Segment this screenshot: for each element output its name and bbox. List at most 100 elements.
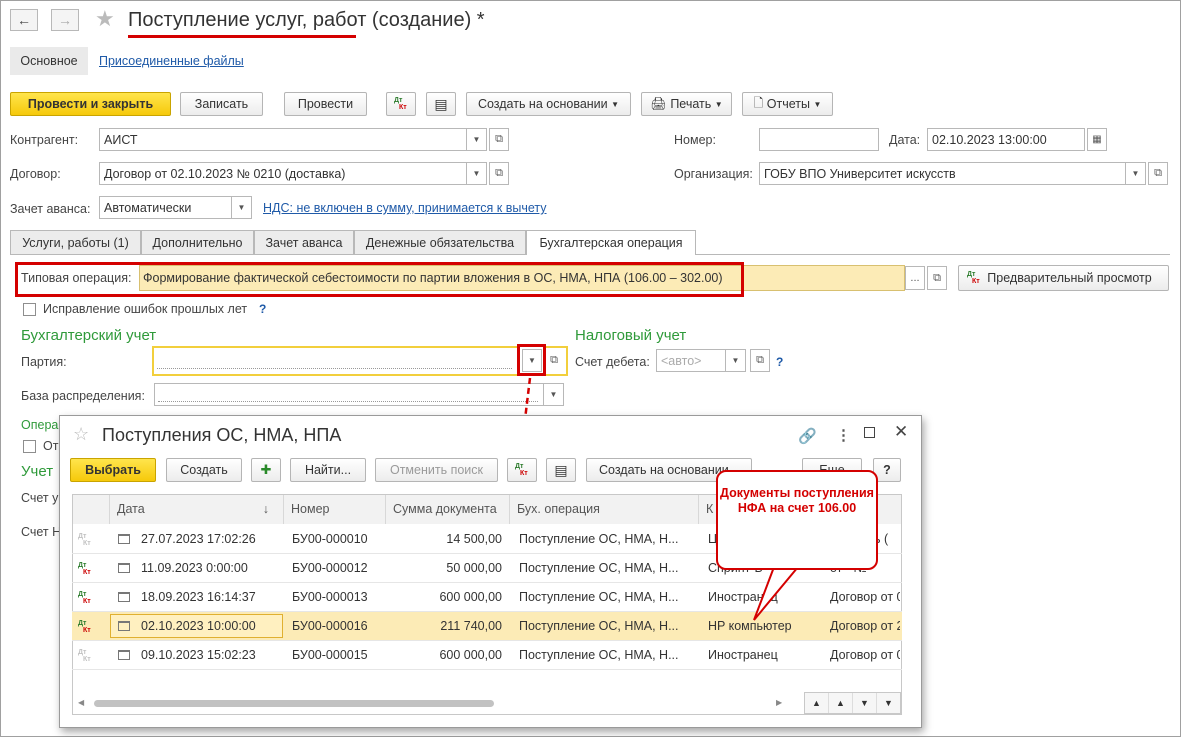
operation-select-icon[interactable]: ...: [905, 266, 925, 290]
debit-open-icon[interactable]: ⧉: [750, 349, 770, 372]
prev-row-icon[interactable]: ▲: [829, 693, 853, 713]
popup-star-icon[interactable]: ☆: [73, 424, 89, 445]
row-sum: 14 500,00: [446, 532, 502, 546]
dt-kt-icon: Дт Кт: [78, 620, 91, 634]
cancel-search-button[interactable]: Отменить поиск: [375, 458, 498, 482]
contract-field[interactable]: Договор от 02.10.2023 № 0210 (доставка): [99, 162, 467, 185]
col-date-label: Дата: [117, 502, 145, 516]
counterparty-field[interactable]: АИСТ: [99, 128, 467, 151]
create-based-label: Создать на основании: [477, 97, 608, 111]
printer-icon: 🖨: [650, 96, 667, 111]
tab-additional[interactable]: Дополнительно: [141, 230, 254, 255]
tax-section-title: Налоговый учет: [575, 327, 687, 344]
first-row-icon[interactable]: ▲: [805, 693, 829, 713]
base-dropdown-icon[interactable]: ▼: [544, 383, 564, 406]
print-button[interactable]: 🖨 Печать ▼: [641, 92, 732, 116]
debit-field[interactable]: <авто>: [656, 349, 726, 372]
select-button[interactable]: Выбрать: [70, 458, 156, 482]
number-label: Номер:: [674, 133, 716, 147]
row-navigation: ▲ ▲ ▼ ▼: [804, 692, 901, 714]
save-button[interactable]: Записать: [180, 92, 263, 116]
dt-kt-icon: Дт Кт: [515, 463, 528, 477]
contract-open-icon[interactable]: ⧉: [489, 162, 509, 185]
table-row[interactable]: Дт Кт 09.10.2023 15:02:23 БУ00-000015 600…: [72, 641, 902, 670]
batch-open-icon[interactable]: ⧉: [544, 349, 564, 372]
partial-checkbox[interactable]: [23, 440, 36, 453]
contract-dropdown-icon[interactable]: ▼: [467, 162, 487, 185]
help-icon[interactable]: ?: [259, 302, 266, 316]
last-row-icon[interactable]: ▼: [877, 693, 900, 713]
maximize-icon[interactable]: [864, 427, 875, 438]
scroll-left-icon[interactable]: ◀: [78, 698, 84, 707]
col-number[interactable]: Номер: [284, 495, 386, 524]
account-section-title: Учет: [21, 463, 54, 480]
dt-kt-button[interactable]: Дт Кт: [386, 92, 416, 116]
sort-down-icon: ↓: [262, 502, 269, 516]
journal-icon[interactable]: ▤: [426, 92, 456, 116]
page-title: Поступление услуг, работ (создание) *: [128, 9, 485, 31]
chevron-down-icon: ▼: [813, 99, 822, 109]
advance-label: Зачет аванса:: [10, 202, 91, 216]
debit-label: Счет дебета:: [575, 355, 650, 369]
tab-obligations[interactable]: Денежные обязательства: [354, 230, 526, 255]
partial-checkbox-label: От: [43, 439, 59, 453]
organization-open-icon[interactable]: ⧉: [1148, 162, 1168, 185]
operation-highlight-box: [15, 262, 744, 297]
batch-field[interactable]: [152, 346, 520, 376]
organization-field[interactable]: ГОБУ ВПО Университет искусств: [759, 162, 1126, 185]
title-underline: [128, 35, 356, 38]
counterparty-dropdown-icon[interactable]: ▼: [467, 128, 487, 151]
post-and-close-button[interactable]: Провести и закрыть: [10, 92, 171, 116]
reports-button[interactable]: 🗋 Отчеты ▼: [742, 92, 833, 116]
organization-dropdown-icon[interactable]: ▼: [1126, 162, 1146, 185]
copy-add-icon[interactable]: ✚: [251, 458, 281, 482]
debit-dropdown-icon[interactable]: ▼: [726, 349, 746, 372]
close-icon[interactable]: ✕: [894, 422, 908, 442]
row-number: БУ00-000015: [292, 648, 368, 662]
create-based-button[interactable]: Создать на основании ▼: [466, 92, 631, 116]
scroll-right-icon[interactable]: ▶: [776, 698, 782, 707]
find-button[interactable]: Найти...: [290, 458, 366, 482]
tab-main[interactable]: Основное: [10, 47, 88, 75]
row-sum: 600 000,00: [439, 648, 502, 662]
popup-title: Поступления ОС, НМА, НПА: [102, 425, 342, 445]
col-operation[interactable]: Бух. операция: [510, 495, 699, 524]
preview-button[interactable]: Дт Кт Предварительный просмотр: [958, 265, 1169, 291]
popup-journal-icon[interactable]: ▤: [546, 458, 576, 482]
row-date: 27.07.2023 17:02:26: [141, 532, 256, 546]
row-sum: 50 000,00: [446, 561, 502, 575]
popup-create-button[interactable]: Создать: [166, 458, 242, 482]
row-number: БУ00-000012: [292, 561, 368, 575]
forward-arrow-icon[interactable]: →: [51, 9, 79, 31]
tab-services[interactable]: Услуги, работы (1): [10, 230, 141, 255]
link-icon[interactable]: 🔗: [798, 427, 817, 445]
row-extra: Договор от 2: [830, 619, 900, 633]
row-date: 09.10.2023 15:02:23: [141, 648, 256, 662]
chevron-down-icon: ▼: [611, 99, 620, 109]
advance-dropdown-icon[interactable]: ▼: [232, 196, 252, 219]
tab-accounting-operation[interactable]: Бухгалтерская операция: [526, 230, 696, 255]
tab-attached-files[interactable]: Присоединенные файлы: [99, 54, 244, 68]
post-button[interactable]: Провести: [284, 92, 367, 116]
document-icon: [118, 534, 130, 544]
number-field[interactable]: [759, 128, 879, 151]
back-arrow-icon[interactable]: ←: [10, 9, 38, 31]
date-field[interactable]: 02.10.2023 13:00:00: [927, 128, 1085, 151]
popup-dt-kt-button[interactable]: Дт Кт: [507, 458, 537, 482]
advance-field[interactable]: Автоматически: [99, 196, 232, 219]
counterparty-open-icon[interactable]: ⧉: [489, 128, 509, 151]
tab-advance[interactable]: Зачет аванса: [254, 230, 354, 255]
tax-help-icon[interactable]: ?: [776, 355, 783, 369]
horizontal-scrollbar[interactable]: [94, 700, 494, 707]
fix-errors-checkbox[interactable]: [23, 303, 36, 316]
calendar-icon[interactable]: ▦: [1087, 128, 1107, 151]
star-icon[interactable]: ★: [95, 6, 115, 32]
vat-link[interactable]: НДС: не включен в сумму, принимается к в…: [263, 201, 547, 215]
col-sum[interactable]: Сумма документа: [386, 495, 510, 524]
operation-open-icon[interactable]: ⧉: [927, 266, 947, 290]
base-field[interactable]: [154, 383, 544, 406]
batch-field-underline: [157, 368, 512, 369]
col-date[interactable]: Дата ↓: [110, 495, 284, 524]
more-vert-icon[interactable]: ⋮: [836, 426, 851, 444]
next-row-icon[interactable]: ▼: [853, 693, 877, 713]
